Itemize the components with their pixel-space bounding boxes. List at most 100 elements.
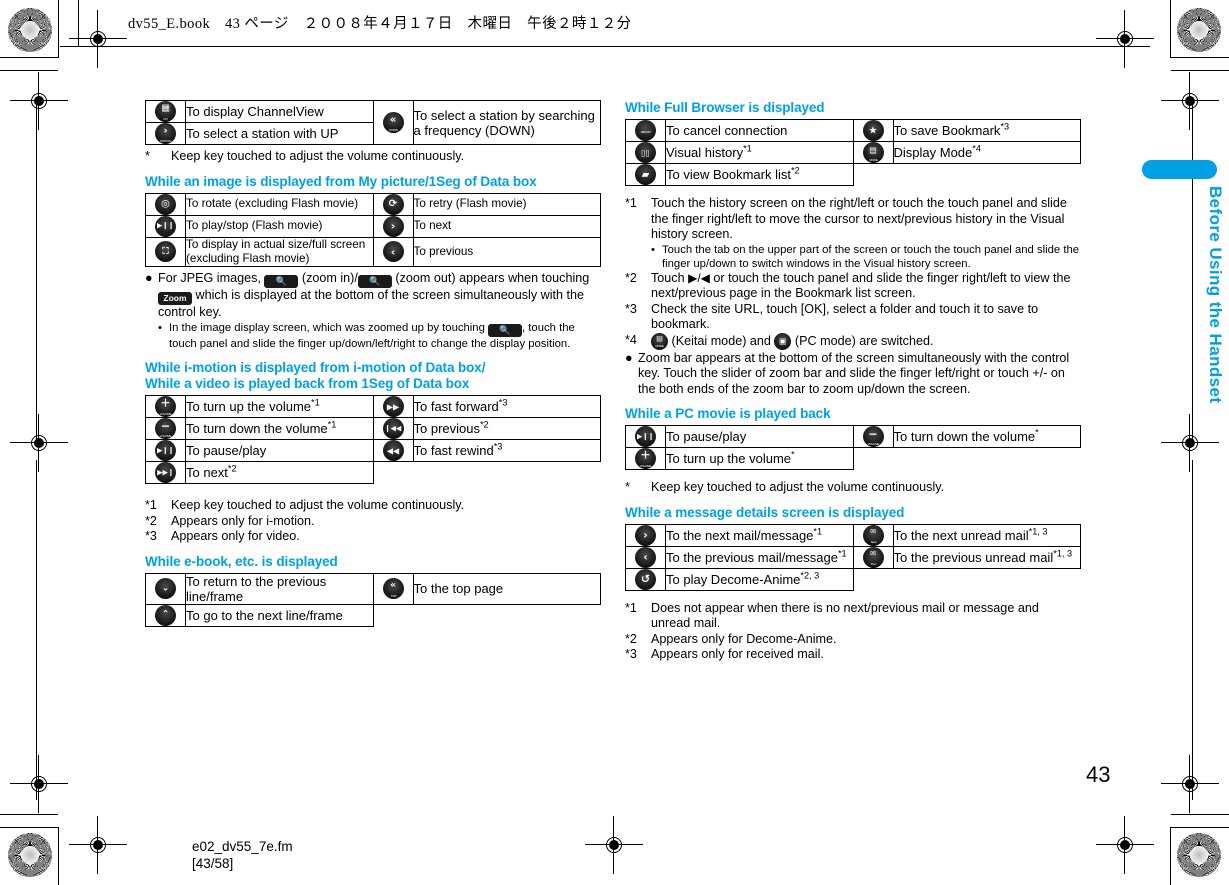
- footnote-text: Appears only for i-motion.: [171, 513, 315, 528]
- empty-cell: [373, 462, 413, 484]
- previous-key-icon[interactable]: ‹: [372, 236, 414, 267]
- footnote-ref: *1, 3: [1028, 526, 1048, 537]
- volume-up-key-icon[interactable]: ＋ VOLUME: [145, 395, 186, 418]
- starburst-mark-bottom-right: [1177, 833, 1221, 877]
- play-decome-anime-key-icon[interactable]: ↺: [625, 567, 666, 591]
- footnote-ref: *2: [227, 463, 237, 474]
- footnote-ref: *2: [790, 165, 800, 176]
- table-row: ▦ CH To display ChannelView «DOWN To sele…: [145, 100, 601, 145]
- next-line-key-label: To go to the next line/frame: [185, 603, 374, 627]
- save-bookmark-key-icon[interactable]: ★: [852, 119, 894, 142]
- top-page-key-icon[interactable]: «TOP: [372, 572, 414, 605]
- key-sublabel: cancel: [640, 128, 651, 134]
- subbullet-text: Touch the tab on the upper part of the s…: [662, 243, 1080, 270]
- pc-mode-icon: ▣: [774, 332, 792, 350]
- bullet-disc-icon: ●: [145, 270, 153, 285]
- display-mode-key-label: Display Mode: [893, 145, 973, 160]
- next-mail-key-icon[interactable]: ›: [625, 523, 666, 547]
- registration-mark: [1161, 755, 1219, 813]
- zoom-pill-button[interactable]: Zoom: [158, 291, 192, 305]
- registration-mark: [1161, 414, 1219, 472]
- next-unread-mail-key-label: To the next unread mail: [893, 527, 1029, 543]
- next-track-key-icon[interactable]: ▶▶❙: [145, 461, 186, 484]
- rotate-key-icon[interactable]: ◎: [145, 192, 186, 216]
- station-up-key-icon[interactable]: › STATION: [145, 122, 186, 145]
- crop-mark: [0, 70, 58, 71]
- previous-mail-key-icon[interactable]: ‹: [625, 545, 666, 569]
- header-rule: [60, 46, 1150, 47]
- footnote-browser-1: *1 Touch the history screen on the right…: [625, 196, 1081, 243]
- table-row: ＋ VOLUME To turn up the volume*: [625, 447, 1081, 470]
- fast-forward-key-icon[interactable]: ▶▶: [372, 395, 414, 418]
- left-column: ▦ CH To display ChannelView «DOWN To sele…: [145, 100, 601, 631]
- next-key-label: To next: [412, 214, 601, 238]
- previous-key-label: To previous: [412, 236, 601, 267]
- jpeg-bullet-list: ● For JPEG images, 🔍 (zoom in)/🔍 (zoom o…: [145, 271, 601, 321]
- pause-play-key-label: To pause/play: [665, 425, 854, 448]
- bullet-dot-icon: •: [158, 322, 162, 334]
- volume-down-key-icon[interactable]: − VOLUME: [145, 417, 186, 440]
- page-number: 43: [1086, 762, 1111, 787]
- rotate-key-label: To rotate (excluding Flash movie): [185, 192, 374, 216]
- footnote-message-1: *1 Does not appear when there is no next…: [625, 601, 1081, 632]
- display-mode-key-icon[interactable]: ▤ MODE: [852, 141, 894, 164]
- jpeg-text-part2: (zoom in)/: [301, 270, 358, 285]
- key-sublabel: Prev: [870, 562, 876, 567]
- previous-track-key-icon[interactable]: ❙◀◀: [372, 417, 414, 440]
- next-unread-mail-key-icon[interactable]: ✉ Next: [852, 523, 894, 547]
- next-key-icon[interactable]: ›: [372, 214, 414, 238]
- footnote-marker: *1: [625, 600, 637, 615]
- previous-unread-mail-key-label: To the previous unread mail: [893, 549, 1054, 565]
- footer-file-info: e02_dv55_7e.fm [43/58]: [192, 838, 293, 872]
- volume-down-key-icon[interactable]: − VOLUME: [852, 425, 894, 448]
- save-bookmark-key-label: To save Bookmark: [893, 123, 1001, 138]
- previous-unread-mail-key-icon[interactable]: ✉ Prev: [852, 545, 894, 569]
- volume-up-key-icon[interactable]: ＋ VOLUME: [625, 447, 666, 470]
- table-pcmovie-keys: ▶❙❙ To pause/play − VOLUME To turn down t…: [625, 425, 1081, 470]
- search-down-key-label: To select a station by searching a frequ…: [412, 100, 601, 145]
- zoom-in-button[interactable]: 🔍: [264, 274, 299, 288]
- bookmark-list-key-label: To view Bookmark list: [666, 167, 791, 182]
- bookmark-list-key-icon[interactable]: ▰: [625, 163, 666, 186]
- key-sublabel: MODE: [868, 157, 878, 162]
- cancel-connection-key-icon[interactable]: cancel: [625, 119, 666, 142]
- crop-mark: [1192, 460, 1193, 800]
- previous-line-key-icon[interactable]: ⌄: [145, 572, 186, 605]
- footnote-ref: *1: [813, 526, 823, 537]
- registration-mark: [10, 755, 68, 813]
- play-stop-key-icon[interactable]: ▶❙❙: [145, 214, 186, 238]
- footnote-ref: *4: [972, 143, 981, 154]
- section-heading-pcmovie: While a PC movie is played back: [625, 406, 831, 421]
- visual-history-key-label: Visual history: [666, 145, 744, 160]
- zoom-in-button[interactable]: 🔍: [488, 324, 523, 337]
- crop-mark: [1171, 57, 1229, 58]
- crop-mark: [1170, 827, 1171, 885]
- search-down-key-icon[interactable]: «DOWN: [372, 100, 414, 145]
- next-line-key-icon[interactable]: ⌃: [145, 603, 186, 627]
- zoom-out-button[interactable]: 🔍: [357, 274, 392, 288]
- table-row: ⛶ To display in actual size/full screen …: [145, 236, 601, 267]
- registration-mark: [1096, 816, 1154, 874]
- retry-key-icon[interactable]: ⟳: [372, 192, 414, 216]
- footnote-browser-2: *2 Touch ▶/◀ or touch the touch panel an…: [625, 271, 1081, 302]
- key-sublabel: STATION: [159, 138, 172, 143]
- top-page-key-label: To the top page: [412, 572, 601, 605]
- footnote-text-after: (PC mode) are switched.: [794, 333, 934, 348]
- footer-file-name: e02_dv55_7e.fm: [192, 839, 293, 854]
- channelview-key-icon[interactable]: ▦ CH: [145, 100, 186, 123]
- table-row: ▶❙❙ To pause/play ◀◀ To fast rewind*3: [145, 439, 601, 462]
- jpeg-text-part3: (zoom out) appears when touching: [395, 270, 590, 285]
- footnote-text: Touch the history screen on the right/le…: [651, 196, 1067, 241]
- bullet-dot-icon: •: [651, 243, 655, 256]
- visual-history-key-icon[interactable]: ▯▯: [625, 141, 666, 164]
- footnote-message-2: *2 Appears only for Decome-Anime.: [625, 632, 1081, 648]
- crop-mark: [1170, 0, 1171, 58]
- chapter-title: Before Using the Handset: [1206, 186, 1225, 404]
- pause-play-key-icon[interactable]: ▶❙❙: [625, 425, 666, 448]
- pause-play-key-icon[interactable]: ▶❙❙: [145, 439, 186, 462]
- actual-size-key-icon[interactable]: ⛶: [145, 236, 186, 267]
- crop-mark: [36, 460, 37, 800]
- next-mail-key-label: To the next mail/message: [666, 527, 814, 543]
- fast-rewind-key-icon[interactable]: ◀◀: [372, 439, 414, 462]
- footnote-text: Appears only for Decome-Anime.: [651, 631, 837, 646]
